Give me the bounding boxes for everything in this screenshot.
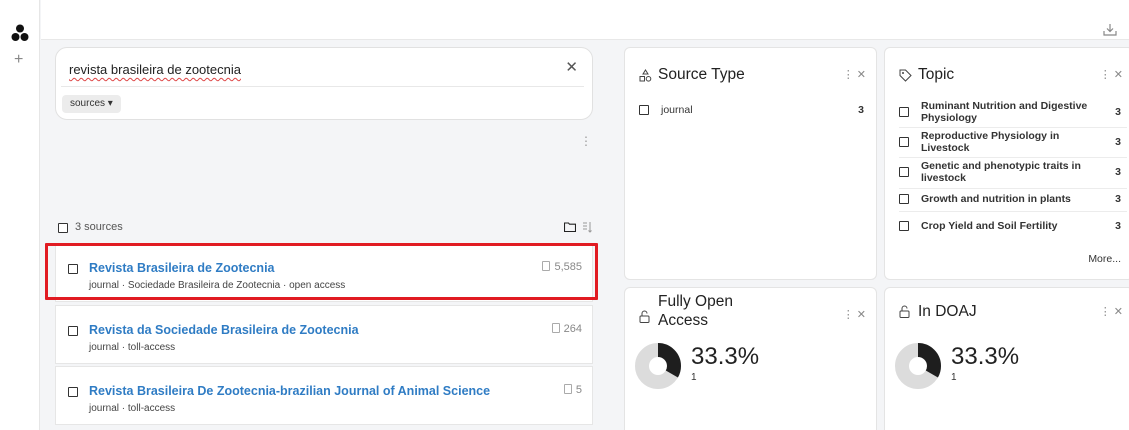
card-actions[interactable]: ⋮ ✕ <box>843 308 866 321</box>
search-divider <box>61 86 584 87</box>
source-meta: journal · Sociedade Brasileira de Zootec… <box>89 280 346 291</box>
row-checkbox[interactable] <box>68 264 78 274</box>
facet-label: Reproductive Physiology in Livestock <box>921 130 1060 154</box>
select-all-checkbox[interactable] <box>58 223 68 233</box>
doc-count-value: 5,585 <box>554 261 582 273</box>
card-title: Topic <box>918 66 955 83</box>
facet-count: 3 <box>1115 106 1121 118</box>
facet-checkbox[interactable] <box>899 194 909 204</box>
facet-label: journal <box>661 104 693 116</box>
source-meta: journal · toll-access <box>89 403 176 414</box>
sort-icon[interactable] <box>582 221 592 233</box>
doc-count-value: 264 <box>563 323 582 335</box>
count-value: 1 <box>691 372 697 383</box>
card-title: Source Type <box>658 66 745 83</box>
facet-row[interactable]: journal 3 <box>639 101 870 119</box>
list-item[interactable]: Revista Brasileira de Zootecnia journal … <box>55 243 593 302</box>
facet-count: 3 <box>1115 220 1121 232</box>
open-access-donut <box>635 343 681 389</box>
tag-icon <box>899 69 912 82</box>
left-rail: + <box>0 0 40 430</box>
doc-count: 5,585 <box>542 261 582 273</box>
list-item[interactable]: Revista da Sociedade Brasileira de Zoote… <box>55 305 593 364</box>
document-icon <box>551 323 560 333</box>
card-actions[interactable]: ⋮ ✕ <box>1100 68 1123 81</box>
facet-label: Genetic and phenotypic traits in livesto… <box>921 160 1081 184</box>
app-logo-icon[interactable] <box>11 24 29 42</box>
facet-row[interactable]: Crop Yield and Soil Fertility 3 <box>899 218 1127 234</box>
more-link[interactable]: More... <box>1088 253 1121 265</box>
card-title: Fully Open Access <box>658 293 733 329</box>
clear-search-icon[interactable]: ✕ <box>565 58 578 76</box>
doaj-card: In DOAJ ⋮ ✕ 33.3% 1 <box>884 287 1129 430</box>
facet-label: Crop Yield and Soil Fertility <box>921 220 1058 232</box>
percent-value: 33.3% <box>951 343 1020 370</box>
source-type-card: Source Type ⋮ ✕ journal 3 <box>624 47 877 280</box>
row-divider <box>899 188 1127 189</box>
facet-checkbox[interactable] <box>639 105 649 115</box>
card-title: In DOAJ <box>918 303 977 320</box>
results-header: 3 sources <box>55 214 593 242</box>
facet-checkbox[interactable] <box>899 107 909 117</box>
source-title-link[interactable]: Revista da Sociedade Brasileira de Zoote… <box>89 323 359 337</box>
facet-count: 3 <box>1115 166 1121 178</box>
unlock-icon <box>639 310 650 323</box>
facet-label: Ruminant Nutrition and Digestive Physiol… <box>921 100 1088 124</box>
shapes-icon <box>639 69 652 82</box>
card-actions[interactable]: ⋮ ✕ <box>1100 305 1123 318</box>
open-access-card: Fully Open Access ⋮ ✕ 33.3% 1 <box>624 287 877 430</box>
doc-count: 264 <box>551 323 582 335</box>
folder-icon[interactable] <box>564 222 576 232</box>
row-divider <box>899 211 1127 212</box>
unlock-icon <box>899 305 910 318</box>
add-icon[interactable]: + <box>14 52 23 68</box>
topic-card: Topic ⋮ ✕ Ruminant Nutrition and Digesti… <box>884 47 1129 280</box>
results-count: 3 sources <box>75 221 123 233</box>
search-box: revista brasileira de zootecnia ✕ source… <box>55 47 593 120</box>
percent-value: 33.3% <box>691 343 760 370</box>
facet-row[interactable]: Growth and nutrition in plants 3 <box>899 191 1127 207</box>
facet-count: 3 <box>858 104 864 116</box>
download-icon[interactable] <box>1103 24 1117 36</box>
more-options-icon[interactable]: ⋮ <box>580 135 592 147</box>
facet-label: Growth and nutrition in plants <box>921 193 1071 205</box>
top-bar <box>41 0 1129 40</box>
doaj-donut <box>895 343 941 389</box>
facet-count: 3 <box>1115 136 1121 148</box>
facet-checkbox[interactable] <box>899 221 909 231</box>
row-checkbox[interactable] <box>68 387 78 397</box>
facet-checkbox[interactable] <box>899 167 909 177</box>
source-meta: journal · toll-access <box>89 342 176 353</box>
source-title-link[interactable]: Revista Brasileira De Zootecnia-brazilia… <box>89 384 490 398</box>
doc-count: 5 <box>563 384 582 396</box>
search-input[interactable]: revista brasileira de zootecnia <box>69 62 241 77</box>
scope-dropdown[interactable]: sources ▾ <box>62 95 121 113</box>
facet-checkbox[interactable] <box>899 137 909 147</box>
facet-row[interactable]: Genetic and phenotypic traits in livesto… <box>899 158 1127 186</box>
card-actions[interactable]: ⋮ ✕ <box>843 68 866 81</box>
facet-row[interactable]: Ruminant Nutrition and Digestive Physiol… <box>899 98 1127 126</box>
facet-count: 3 <box>1115 193 1121 205</box>
count-value: 1 <box>951 372 957 383</box>
document-icon <box>563 384 572 394</box>
list-item[interactable]: Revista Brasileira De Zootecnia-brazilia… <box>55 366 593 425</box>
document-icon <box>542 261 551 271</box>
facet-row[interactable]: Reproductive Physiology in Livestock 3 <box>899 128 1127 156</box>
row-checkbox[interactable] <box>68 326 78 336</box>
doc-count-value: 5 <box>575 384 582 396</box>
source-title-link[interactable]: Revista Brasileira de Zootecnia <box>89 261 275 275</box>
